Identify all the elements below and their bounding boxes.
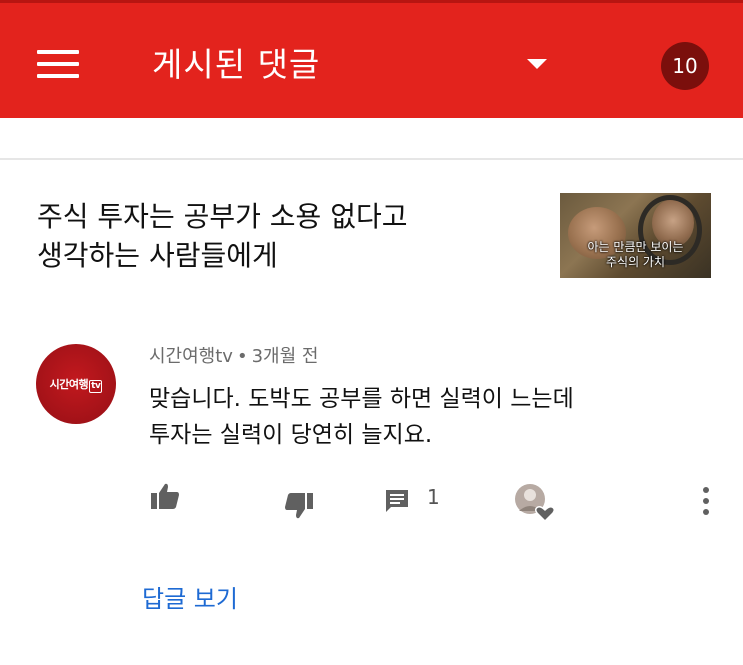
avatar[interactable]: 시간여행 tv [36,344,116,424]
comment-author[interactable]: 시간여행tv [149,346,233,367]
more-icon[interactable] [697,486,715,516]
creator-heart-icon [515,484,555,523]
app-header: 게시된 댓글 10 [0,0,743,118]
comment-text-line2: 투자는 실력이 당연히 늘지요. [149,422,433,448]
dropdown-caret-icon[interactable] [527,59,547,69]
meta-separator: • [236,346,248,367]
video-thumbnail[interactable]: 아는 만큼만 보이는 주식의 가치 [560,193,711,278]
like-icon[interactable] [150,482,180,510]
avatar-logo-badge: tv [89,380,103,393]
video-title-line2: 생각하는 사람들에게 [37,239,278,272]
reply-count: 1 [427,485,440,509]
reply-icon[interactable] [384,488,410,514]
avatar-logo-text: 시간여행 [49,378,89,391]
notification-count-badge[interactable]: 10 [661,42,709,90]
thumbnail-caption-line1: 아는 만큼만 보이는 [587,240,684,254]
avatar-logo: 시간여행 tv [36,376,116,393]
menu-icon[interactable] [37,50,79,80]
divider [0,158,743,160]
view-replies-button[interactable]: 답글 보기 [142,583,238,615]
comment-meta: 시간여행tv • 3개월 전 [149,345,318,369]
video-title[interactable]: 주식 투자는 공부가 소용 없다고 생각하는 사람들에게 [37,197,517,275]
comment-time: 3개월 전 [251,346,319,367]
comment-text: 맞습니다. 도박도 공부를 하면 실력이 느는데 투자는 실력이 당연히 늘지요… [149,381,709,453]
page-title: 게시된 댓글 [152,45,321,84]
comment-text-line1: 맞습니다. 도박도 공부를 하면 실력이 느는데 [149,386,574,412]
video-title-line1: 주식 투자는 공부가 소용 없다고 [37,200,408,233]
thumbnail-caption-line2: 주식의 가치 [605,255,665,269]
dislike-icon[interactable] [284,492,314,520]
